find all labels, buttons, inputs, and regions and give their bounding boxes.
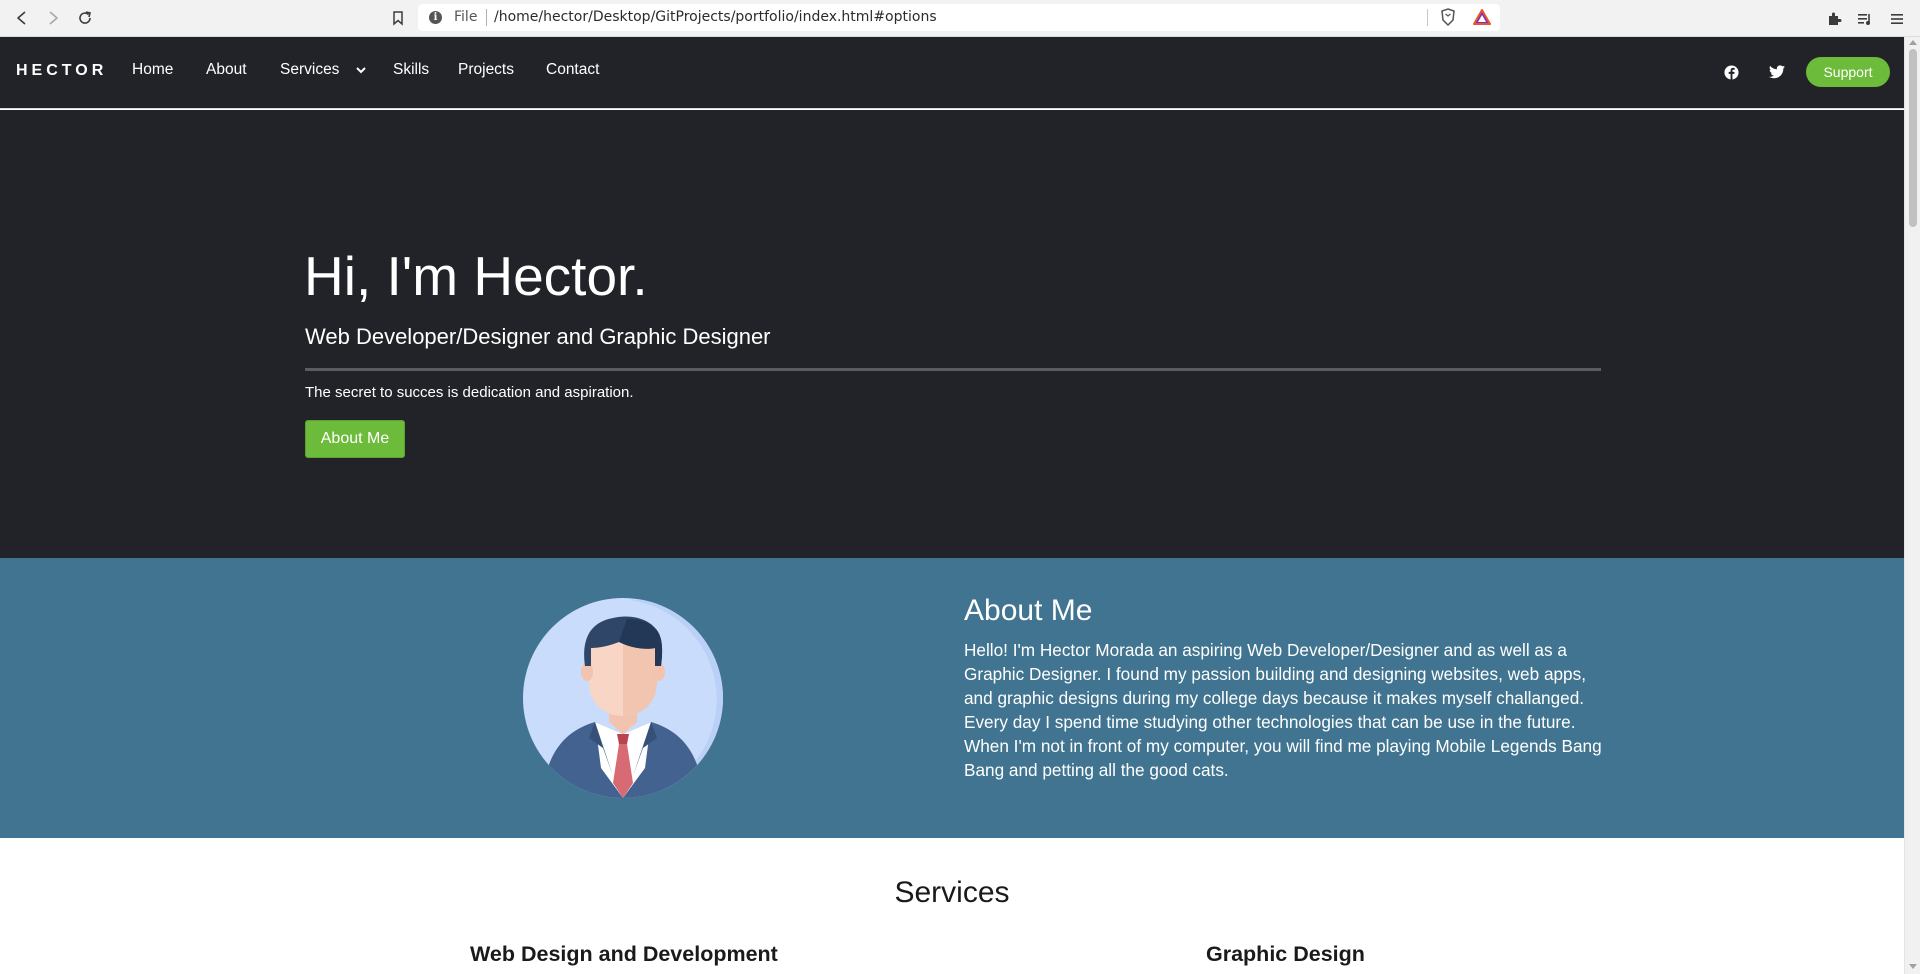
playlist-icon[interactable]: [1855, 9, 1875, 29]
service-heading-graphic: Graphic Design: [1206, 942, 1365, 966]
support-button[interactable]: Support: [1806, 57, 1890, 87]
url-separator: [486, 9, 487, 26]
site-info-icon[interactable]: i: [429, 11, 442, 24]
about-text: Hello! I'm Hector Morada an aspiring Web…: [964, 640, 1602, 780]
chevron-down-icon: [356, 61, 366, 79]
page-scrollbar[interactable]: [1904, 37, 1920, 974]
hero-tagline: The secret to succes is dedication and a…: [305, 384, 634, 401]
nav-link-home[interactable]: Home: [132, 61, 173, 79]
bookmark-icon[interactable]: [386, 6, 410, 30]
scroll-down-icon[interactable]: [1909, 964, 1917, 969]
services-title: Services: [894, 876, 1010, 909]
about-me-button[interactable]: About Me: [305, 420, 405, 458]
nav-link-skills[interactable]: Skills: [393, 61, 429, 79]
about-section: About Me Hello! I'm Hector Morada an asp…: [0, 558, 1904, 838]
hero-subtitle: Web Developer/Designer and Graphic Desig…: [305, 324, 771, 349]
back-arrow-icon[interactable]: [10, 6, 34, 30]
url-divider: [1427, 9, 1428, 26]
site-navbar: HECTOR Home About Services Skills Projec…: [0, 37, 1904, 109]
url-scheme-label: File: [454, 9, 478, 25]
nav-link-projects[interactable]: Projects: [458, 61, 514, 79]
about-title: About Me: [964, 594, 1093, 627]
twitter-icon[interactable]: [1766, 61, 1788, 83]
brave-shields-icon[interactable]: [1438, 7, 1458, 27]
avatar: [523, 598, 723, 798]
browser-toolbar: i File /home/hector/Desktop/GitProjects/…: [0, 0, 1920, 37]
extensions-icon[interactable]: [1824, 9, 1844, 29]
scroll-up-icon[interactable]: [1909, 40, 1917, 45]
nav-link-services[interactable]: Services: [280, 61, 366, 79]
url-text[interactable]: /home/hector/Desktop/GitProjects/portfol…: [494, 9, 937, 25]
hero-divider: [305, 368, 1601, 371]
hero-section: Hi, I'm Hector. Web Developer/Designer a…: [0, 110, 1904, 558]
reload-icon[interactable]: [73, 6, 97, 30]
service-heading-web: Web Design and Development: [470, 942, 778, 966]
services-section: Services Web Design and Development Grap…: [0, 838, 1904, 974]
forward-arrow-icon[interactable]: [41, 6, 65, 30]
nav-link-contact[interactable]: Contact: [546, 61, 599, 79]
scrollbar-thumb[interactable]: [1909, 49, 1917, 227]
brave-rewards-icon[interactable]: [1472, 7, 1492, 27]
nav-link-about[interactable]: About: [206, 61, 247, 79]
facebook-icon[interactable]: [1720, 61, 1742, 83]
address-bar[interactable]: i File /home/hector/Desktop/GitProjects/…: [418, 4, 1500, 31]
nav-link-services-label: Services: [280, 61, 340, 79]
menu-icon[interactable]: [1887, 9, 1907, 29]
hero-title: Hi, I'm Hector.: [304, 245, 648, 307]
brand-logo[interactable]: HECTOR: [16, 62, 107, 80]
